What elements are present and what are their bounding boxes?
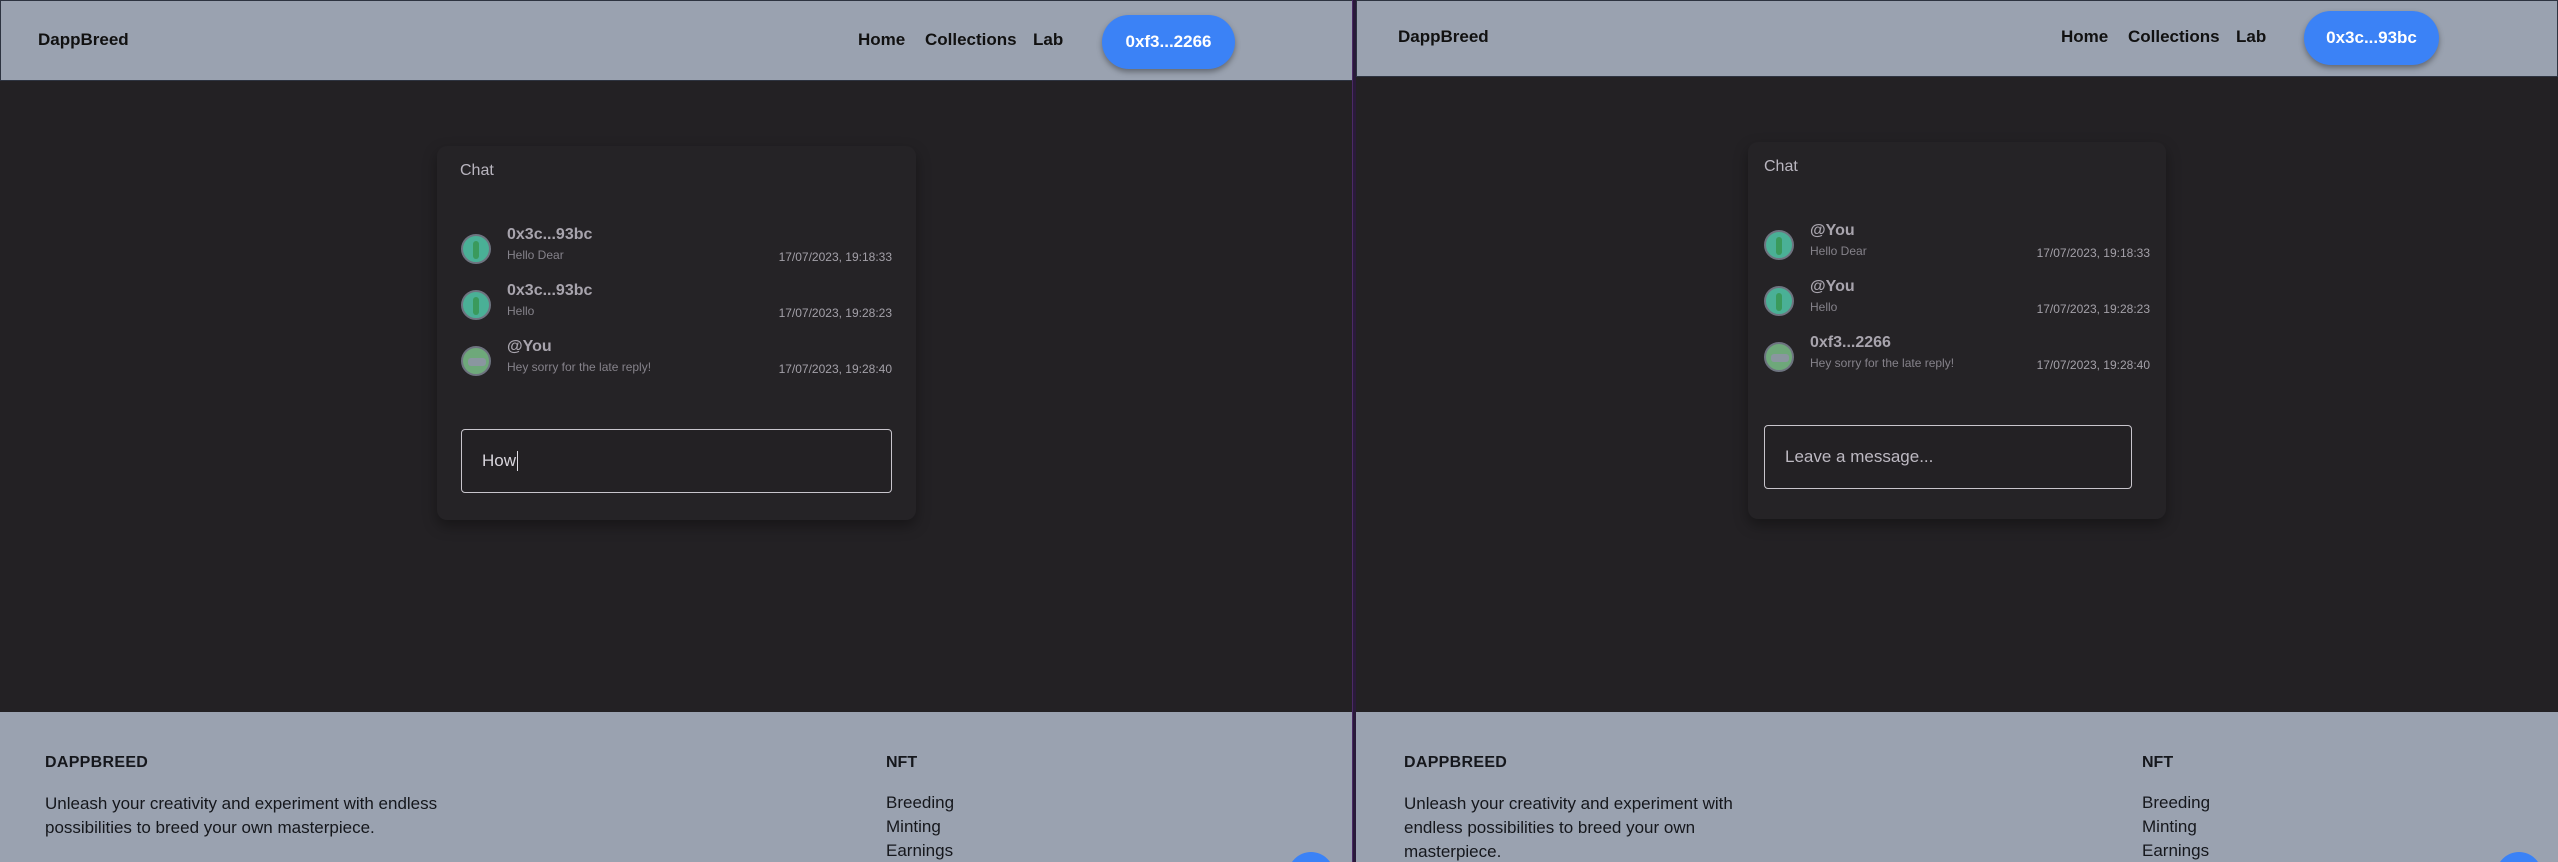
- brand-logo[interactable]: DappBreed: [1398, 27, 1489, 47]
- message-sender: 0xf3...2266: [1810, 334, 1891, 351]
- message-sender: @You: [1810, 222, 1855, 239]
- user-avatar: [461, 346, 491, 376]
- nav-collections[interactable]: Collections: [925, 30, 1017, 50]
- chat-title: Chat: [1764, 158, 1798, 175]
- footer-tagline: Unleash your creativity and experiment w…: [1404, 792, 1733, 862]
- brand-logo[interactable]: DappBreed: [38, 30, 129, 50]
- message-timestamp: 17/07/2023, 19:28:40: [2036, 358, 2150, 372]
- footer-link-earnings[interactable]: Earnings: [2142, 841, 2209, 861]
- footer-tagline: Unleash your creativity and experiment w…: [45, 792, 437, 840]
- footer: DAPPBREED Unleash your creativity and ex…: [1356, 712, 2558, 862]
- message-timestamp: 17/07/2023, 19:28:23: [2036, 302, 2150, 316]
- wallet-address-button[interactable]: 0x3c...93bc: [2304, 11, 2439, 65]
- footer-link-breeding[interactable]: Breeding: [2142, 793, 2210, 813]
- footer-brand: DAPPBREED: [1404, 754, 1508, 771]
- message-text: Hey sorry for the late reply!: [507, 360, 652, 374]
- message-text: Hey sorry for the late reply!: [1810, 356, 1955, 370]
- footer-link-minting[interactable]: Minting: [886, 817, 941, 837]
- footer-tagline-line: possibilities to breed your own masterpi…: [45, 818, 375, 837]
- message-timestamp: 17/07/2023, 19:18:33: [2036, 246, 2150, 260]
- message-input[interactable]: How: [461, 429, 892, 493]
- footer-tagline-line: Unleash your creativity and experiment w…: [1404, 794, 1733, 813]
- left-window: DappBreed Home Collections Lab 0xf3...22…: [0, 0, 1354, 862]
- message-sender: 0x3c...93bc: [507, 282, 593, 299]
- chat-message: 0xf3...2266 Hey sorry for the late reply…: [1764, 334, 2150, 378]
- top-navbar: DappBreed Home Collections Lab 0xf3...22…: [0, 0, 1354, 81]
- footer-link-minting[interactable]: Minting: [2142, 817, 2197, 837]
- chat-title: Chat: [460, 162, 494, 179]
- user-avatar: [1764, 286, 1794, 316]
- message-input-placeholder: Leave a message...: [1785, 447, 1934, 466]
- chat-message: @You Hello 17/07/2023, 19:28:23: [1764, 278, 2150, 322]
- footer-brand: DAPPBREED: [45, 754, 149, 771]
- message-input-value: How: [482, 451, 517, 470]
- nav-lab[interactable]: Lab: [2236, 27, 2266, 47]
- footer-link-breeding[interactable]: Breeding: [886, 793, 954, 813]
- chat-card: Chat 0x3c...93bc Hello Dear 17/07/2023, …: [437, 146, 916, 520]
- footer-tagline-line: endless possibilities to breed your own: [1404, 818, 1696, 837]
- user-avatar: [1764, 230, 1794, 260]
- wallet-address-button[interactable]: 0xf3...2266: [1102, 15, 1235, 69]
- chat-message: @You Hey sorry for the late reply! 17/07…: [461, 338, 892, 382]
- chat-message: 0x3c...93bc Hello 17/07/2023, 19:28:23: [461, 282, 892, 326]
- message-text: Hello Dear: [507, 248, 564, 262]
- nav-lab[interactable]: Lab: [1033, 30, 1063, 50]
- message-text: Hello: [1810, 300, 1838, 314]
- text-caret: [517, 451, 519, 471]
- user-avatar: [461, 234, 491, 264]
- message-timestamp: 17/07/2023, 19:18:33: [778, 250, 892, 264]
- chat-message: @You Hello Dear 17/07/2023, 19:18:33: [1764, 222, 2150, 266]
- message-timestamp: 17/07/2023, 19:28:40: [778, 362, 892, 376]
- message-sender: 0x3c...93bc: [507, 226, 593, 243]
- message-text: Hello Dear: [1810, 244, 1867, 258]
- message-sender: @You: [507, 338, 552, 355]
- message-timestamp: 17/07/2023, 19:28:23: [778, 306, 892, 320]
- chat-card: Chat @You Hello Dear 17/07/2023, 19:18:3…: [1748, 142, 2166, 519]
- chat-message: 0x3c...93bc Hello Dear 17/07/2023, 19:18…: [461, 226, 892, 270]
- footer-nft-title: NFT: [2142, 754, 2174, 771]
- nav-collections[interactable]: Collections: [2128, 27, 2220, 47]
- user-avatar: [1764, 342, 1794, 372]
- message-sender: @You: [1810, 278, 1855, 295]
- footer-nft-title: NFT: [886, 754, 918, 771]
- nav-home[interactable]: Home: [2061, 27, 2108, 47]
- top-navbar: DappBreed Home Collections Lab 0x3c...93…: [1356, 0, 2558, 77]
- footer-tagline-line: Unleash your creativity and experiment w…: [45, 794, 438, 813]
- nav-home[interactable]: Home: [858, 30, 905, 50]
- footer: DAPPBREED Unleash your creativity and ex…: [0, 712, 1354, 862]
- right-window: DappBreed Home Collections Lab 0x3c...93…: [1356, 0, 2558, 862]
- footer-link-earnings[interactable]: Earnings: [886, 841, 953, 861]
- message-text: Hello: [507, 304, 535, 318]
- footer-tagline-line: masterpiece.: [1404, 842, 1502, 861]
- user-avatar: [461, 290, 491, 320]
- message-input[interactable]: Leave a message...: [1764, 425, 2132, 489]
